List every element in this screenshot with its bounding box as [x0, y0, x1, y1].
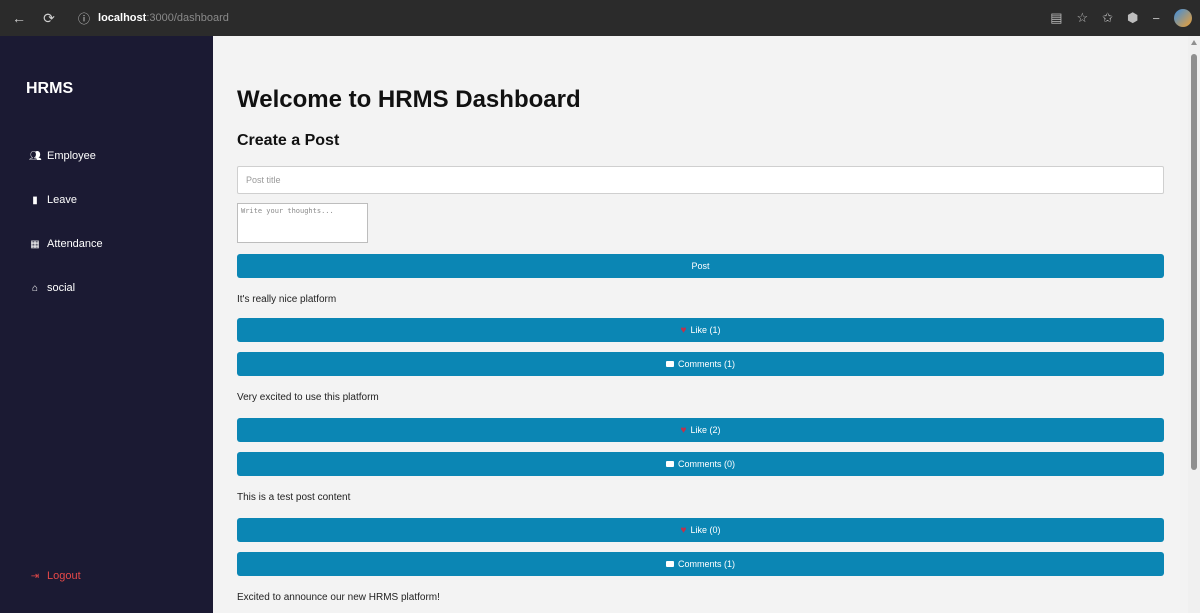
like-label: Like (2) [690, 425, 721, 435]
comments-button[interactable]: Comments (1) [237, 552, 1164, 576]
sidebar-item-employee[interactable]: 👥︎ Employee [29, 150, 96, 162]
sidebar-item-leave[interactable]: ▮ Leave [29, 194, 77, 206]
comments-button[interactable]: Comments (0) [237, 452, 1164, 476]
browser-actions: ▤ ☆ ✩ ⬢ − [1050, 9, 1192, 27]
comments-button[interactable]: Comments (1) [237, 352, 1164, 376]
create-post-heading: Create a Post [237, 132, 340, 149]
sidebar-item-social[interactable]: ⌂ social [29, 282, 75, 294]
users-icon: 👥︎ [29, 150, 42, 162]
comment-icon [665, 461, 674, 467]
sidebar: HRMS 👥︎ Employee ▮ Leave ▦ Attendance ⌂ … [0, 36, 213, 613]
heart-icon: ♥ [680, 524, 687, 536]
comments-label: Comments (0) [677, 459, 735, 469]
comments-label: Comments (1) [677, 359, 735, 369]
sidebar-item-label: Attendance [47, 238, 103, 250]
post-title-input[interactable] [237, 166, 1164, 194]
bookmark-star-icon[interactable]: ☆ [1076, 10, 1088, 26]
sidebar-item-label: Employee [47, 150, 96, 162]
home-icon: ⌂ [31, 282, 39, 294]
profile-avatar[interactable] [1174, 9, 1192, 27]
like-button[interactable]: ♥ Like (2) [237, 418, 1164, 442]
sidebar-item-label: Leave [47, 194, 77, 206]
browser-toolbar: ← ⟳ ⓘ localhost :3000/dashboard ▤ ☆ ✩ ⬢ … [0, 0, 1200, 36]
sidebar-item-label: social [47, 282, 76, 294]
post-content: This is a test post content [237, 492, 351, 503]
logout-icon: ⇥ [30, 570, 40, 582]
address-bar[interactable]: ⓘ localhost :3000/dashboard [68, 6, 239, 30]
main-content: Welcome to HRMS Dashboard Create a Post … [213, 36, 1188, 613]
brand-title: HRMS [26, 80, 74, 97]
comments-label: Comments (1) [677, 559, 735, 569]
post-content: Very excited to use this platform [237, 392, 379, 403]
post-content-textarea[interactable] [237, 203, 368, 243]
url-path: :3000/dashboard [146, 12, 229, 24]
comment-icon [665, 561, 674, 567]
menu-icon[interactable]: − [1152, 11, 1160, 26]
post-content: Excited to announce our new HRMS platfor… [237, 592, 440, 603]
logout-button[interactable]: ⇥ Logout [29, 570, 81, 582]
post-content: It's really nice platform [237, 294, 337, 305]
logout-label: Logout [47, 570, 81, 582]
like-label: Like (0) [690, 525, 721, 535]
like-label: Like (1) [690, 325, 721, 335]
reader-mode-icon[interactable]: ▤ [1050, 10, 1062, 26]
back-icon[interactable]: ← [8, 7, 30, 29]
url-host: localhost [98, 12, 147, 24]
page-title: Welcome to HRMS Dashboard [237, 86, 581, 113]
sidebar-item-attendance[interactable]: ▦ Attendance [29, 238, 103, 250]
clipboard-icon: ▮ [32, 194, 38, 206]
scroll-thumb[interactable] [1191, 54, 1197, 470]
site-info-icon[interactable]: ⓘ [78, 10, 90, 27]
comment-icon [665, 361, 674, 367]
calendar-icon: ▦ [30, 238, 40, 250]
extensions-icon[interactable]: ⬢ [1127, 10, 1138, 26]
post-button[interactable]: Post [237, 254, 1164, 278]
scroll-up-icon[interactable] [1191, 40, 1197, 45]
heart-icon: ♥ [680, 324, 687, 336]
like-button[interactable]: ♥ Like (0) [237, 518, 1164, 542]
page-scrollbar[interactable] [1188, 36, 1200, 613]
reload-icon[interactable]: ⟳ [38, 7, 60, 29]
like-button[interactable]: ♥ Like (1) [237, 318, 1164, 342]
heart-icon: ♥ [680, 424, 687, 436]
favorites-icon[interactable]: ✩ [1102, 10, 1113, 26]
